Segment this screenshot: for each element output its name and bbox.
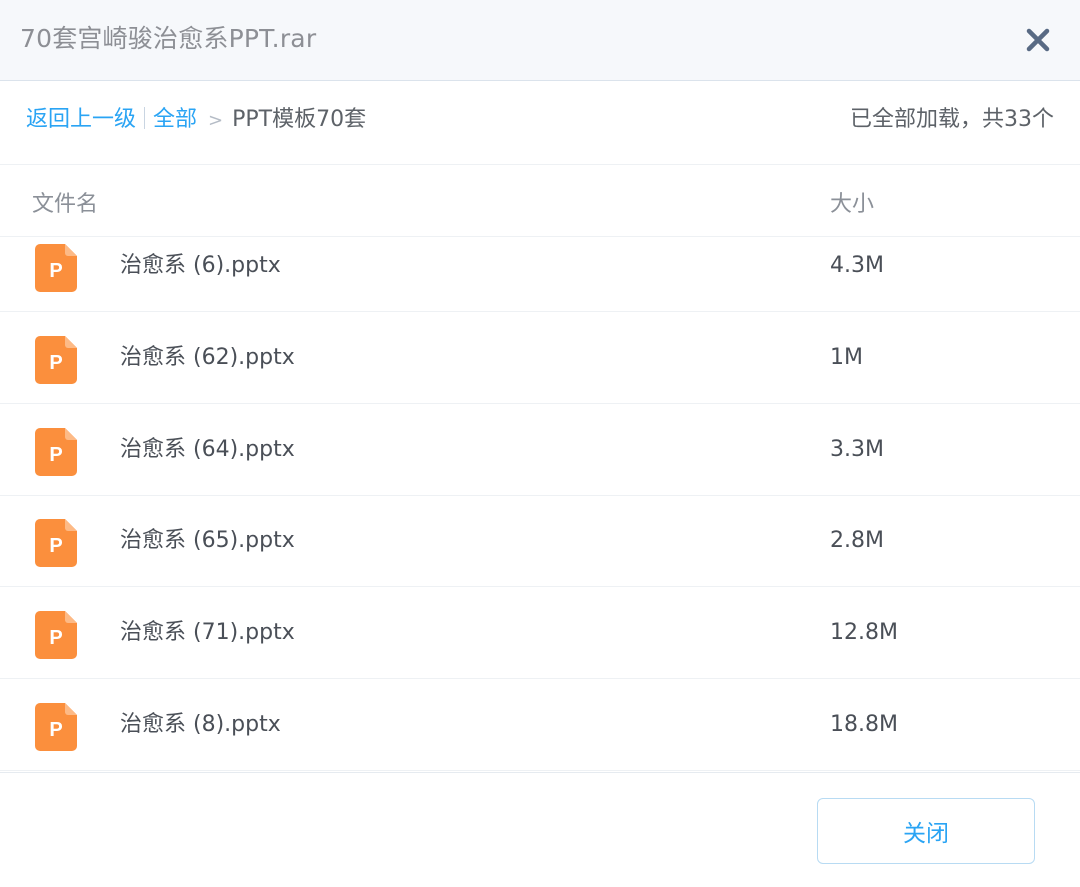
- file-size: 18.8M: [830, 712, 898, 737]
- table-row[interactable]: P 治愈系 (8).pptx 18.8M: [0, 679, 1080, 771]
- close-button[interactable]: 关闭: [817, 798, 1035, 864]
- file-size: 12.8M: [830, 620, 898, 645]
- file-size: 4.3M: [830, 253, 884, 278]
- pptx-file-icon: P: [35, 519, 77, 567]
- column-header-name[interactable]: 文件名: [32, 186, 98, 218]
- pptx-file-icon: P: [35, 428, 77, 476]
- breadcrumb: 返回上一级 全部 > PPT模板70套: [26, 105, 366, 136]
- file-name[interactable]: 治愈系 (6).pptx: [120, 251, 281, 281]
- column-header-size[interactable]: 大小: [830, 186, 874, 218]
- pptx-file-icon: P: [35, 244, 77, 292]
- table-row[interactable]: P 治愈系 (64).pptx 3.3M: [0, 404, 1080, 496]
- pptx-file-icon: P: [35, 611, 77, 659]
- dialog-title: 70套宫崎骏治愈系PPT.rar: [20, 24, 317, 53]
- table-header: 文件名 大小: [0, 165, 1080, 237]
- file-icon-letter: P: [49, 627, 62, 649]
- file-name[interactable]: 治愈系 (71).pptx: [120, 618, 295, 648]
- breadcrumb-current: PPT模板70套: [232, 107, 367, 132]
- close-x-icon[interactable]: [1018, 20, 1058, 60]
- pptx-file-icon: P: [35, 703, 77, 751]
- file-icon-letter: P: [49, 535, 62, 557]
- table-row[interactable]: P 治愈系 (6).pptx 4.3M: [0, 237, 1080, 312]
- table-row[interactable]: P 治愈系 (71).pptx 12.8M: [0, 587, 1080, 679]
- table-row[interactable]: P 治愈系 (65).pptx 2.8M: [0, 495, 1080, 587]
- breadcrumb-bar: 返回上一级 全部 > PPT模板70套 已全部加载，共33个: [0, 81, 1080, 165]
- file-name[interactable]: 治愈系 (65).pptx: [120, 526, 295, 556]
- file-icon-letter: P: [49, 444, 62, 466]
- breadcrumb-separator: >: [208, 110, 224, 131]
- dialog-footer: 关闭: [0, 772, 1080, 887]
- file-size: 3.3M: [830, 437, 884, 462]
- file-icon-letter: P: [49, 719, 62, 741]
- table-row[interactable]: P 治愈系 (62).pptx 1M: [0, 312, 1080, 404]
- archive-preview-dialog: 70套宫崎骏治愈系PPT.rar 返回上一级 全部 > PPT模板70套 已全部加载，…: [0, 0, 1080, 887]
- file-name[interactable]: 治愈系 (64).pptx: [120, 435, 295, 465]
- pptx-file-icon: P: [35, 336, 77, 384]
- file-name[interactable]: 治愈系 (62).pptx: [120, 343, 295, 373]
- back-link[interactable]: 返回上一级: [26, 107, 136, 132]
- all-link[interactable]: 全部: [153, 107, 197, 132]
- file-size: 1M: [830, 345, 863, 370]
- file-size: 2.8M: [830, 528, 884, 553]
- loaded-status: 已全部加载，共33个: [850, 107, 1054, 132]
- file-name[interactable]: 治愈系 (8).pptx: [120, 710, 281, 740]
- breadcrumb-divider: [144, 107, 146, 129]
- file-icon-letter: P: [49, 260, 62, 282]
- dialog-titlebar: 70套宫崎骏治愈系PPT.rar: [0, 0, 1080, 81]
- file-icon-letter: P: [49, 352, 62, 374]
- file-list: P 治愈系 (6).pptx 4.3M P 治愈系 (62).pptx 1M P…: [0, 237, 1080, 772]
